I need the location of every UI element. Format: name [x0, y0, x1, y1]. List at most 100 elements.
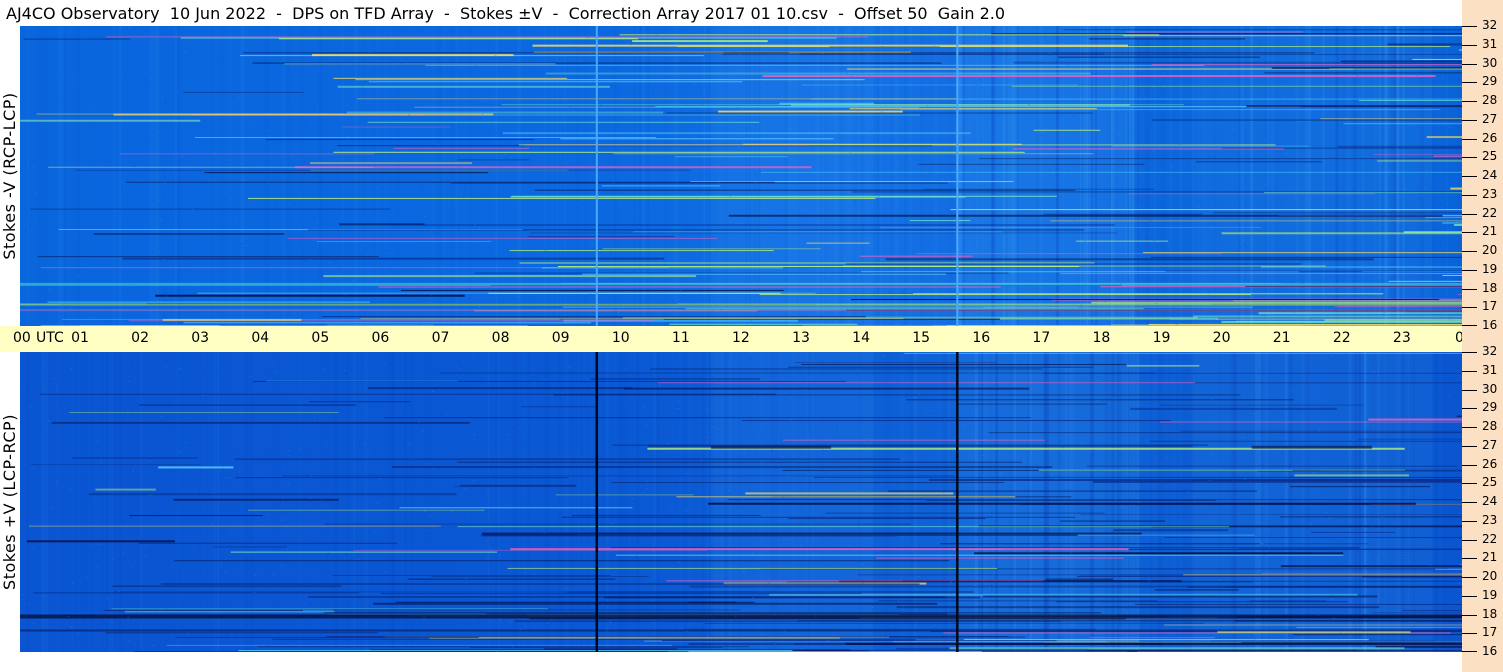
speckle	[97, 127, 100, 129]
vertical-striation	[543, 26, 547, 326]
utc-time-axis: 00 UTC 01 02 03 04 05 06 07 08 09 10 11 12 13 14 15 16 17 1…	[0, 326, 1503, 352]
speckle	[394, 138, 397, 140]
rfi-line	[655, 106, 1301, 108]
speckle	[565, 162, 568, 164]
vertical-striation	[1457, 352, 1460, 652]
speckle	[1207, 63, 1210, 65]
speckle	[146, 139, 149, 141]
rfi-line	[534, 189, 1076, 191]
speckle	[1372, 370, 1375, 372]
vertical-striation	[497, 352, 499, 652]
rfi-line	[851, 299, 1440, 301]
speckle	[272, 610, 275, 612]
speckle	[1112, 446, 1115, 448]
rfi-band	[20, 303, 1462, 306]
speckle	[412, 596, 415, 598]
speckle	[1395, 139, 1398, 141]
speckle	[311, 378, 314, 380]
speckle	[722, 251, 725, 253]
vertical-striation	[571, 352, 575, 652]
speckle	[647, 450, 650, 452]
speckle	[1097, 377, 1100, 379]
speckle	[902, 586, 905, 588]
vertical-striation	[976, 26, 979, 326]
vertical-striation	[1308, 26, 1312, 326]
speckle	[648, 184, 651, 186]
rfi-line	[1340, 60, 1462, 62]
speckle	[520, 30, 523, 32]
speckle	[240, 243, 243, 245]
time-tick-label: 20	[1212, 330, 1231, 346]
speckle	[749, 359, 752, 361]
speckle	[376, 186, 379, 188]
speckle	[1184, 149, 1187, 151]
rfi-line	[183, 91, 304, 93]
vertical-striation	[155, 352, 158, 652]
speckle	[400, 63, 403, 65]
speckle	[195, 310, 198, 312]
speckle	[702, 491, 705, 493]
speckle	[352, 280, 355, 282]
vertical-striation	[125, 352, 126, 652]
freq-tick-mark	[1462, 370, 1477, 372]
vertical-striation	[1431, 352, 1434, 652]
speckle	[765, 418, 768, 420]
speckle	[1307, 633, 1310, 635]
speckle	[1151, 181, 1154, 183]
speckle	[540, 611, 543, 613]
vertical-striation	[60, 26, 64, 326]
speckle	[650, 599, 653, 601]
rfi-line	[1093, 480, 1462, 483]
freq-tick-mark	[1462, 26, 1477, 27]
speckle	[62, 73, 65, 75]
speckle	[993, 41, 996, 43]
speckle	[1057, 73, 1060, 75]
speckle	[916, 620, 919, 622]
speckle	[1078, 575, 1081, 577]
speckle	[1273, 433, 1276, 435]
speckle	[1074, 238, 1077, 240]
vertical-striation	[575, 26, 580, 326]
speckle	[631, 498, 634, 500]
speckle	[1044, 35, 1047, 37]
speckle	[1382, 552, 1385, 554]
speckle	[300, 522, 303, 524]
speckle	[663, 440, 666, 442]
stokes-plus-v-spectrogram	[20, 352, 1462, 652]
speckle	[1117, 134, 1120, 136]
rfi-line	[507, 567, 998, 569]
speckle	[624, 113, 627, 115]
speckle	[1141, 72, 1144, 74]
rfi-line	[1412, 58, 1462, 60]
speckle	[733, 362, 736, 364]
speckle	[458, 368, 461, 370]
speckle	[347, 305, 350, 307]
speckle	[904, 49, 907, 51]
speckle	[577, 417, 580, 419]
speckle	[792, 541, 795, 543]
vertical-striation	[108, 26, 111, 326]
speckle	[106, 597, 109, 599]
speckle	[550, 619, 553, 621]
speckle	[1139, 194, 1142, 196]
speckle	[675, 102, 678, 104]
vertical-striation	[136, 352, 138, 652]
rfi-line	[788, 518, 986, 520]
rfi-line	[616, 554, 1344, 556]
vertical-striation	[967, 26, 972, 326]
rfi-line	[1433, 155, 1462, 157]
vertical-striation	[1079, 26, 1082, 326]
rfi-line	[1296, 626, 1462, 628]
speckle	[787, 300, 790, 302]
speckle	[539, 53, 542, 55]
vertical-striation	[653, 26, 654, 326]
speckle	[1170, 86, 1173, 88]
speckle	[1214, 181, 1217, 183]
speckle	[173, 427, 176, 429]
speckle	[524, 572, 527, 574]
speckle	[848, 145, 851, 147]
speckle	[359, 460, 362, 462]
speckle	[1017, 482, 1020, 484]
speckle	[281, 565, 284, 567]
rfi-line	[801, 84, 1079, 86]
